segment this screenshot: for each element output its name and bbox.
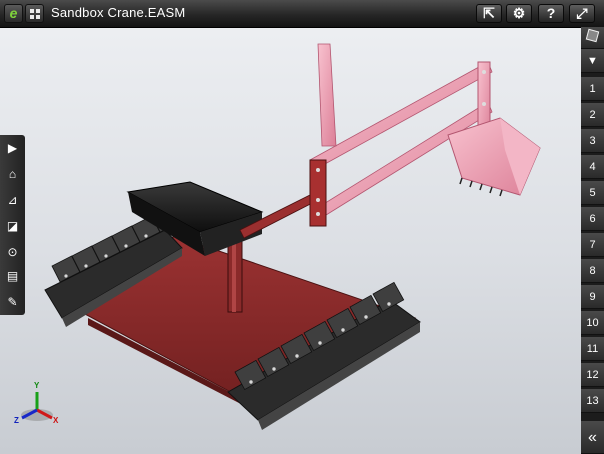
view-10[interactable]: 10	[581, 311, 604, 335]
home-icon: ⌂	[8, 167, 17, 181]
markup-button[interactable]: ✎	[0, 289, 25, 315]
components-button[interactable]: ▤	[0, 263, 25, 289]
view-7[interactable]: 7	[581, 233, 604, 257]
axis-y-label: Y	[34, 381, 40, 390]
view-13[interactable]: 13	[581, 389, 604, 413]
view-12[interactable]: 12	[581, 363, 604, 387]
collapse-panel-button[interactable]: «	[581, 421, 604, 454]
help-icon: ?	[546, 5, 556, 21]
view-11[interactable]: 11	[581, 337, 604, 361]
view-1[interactable]: 1	[581, 77, 604, 101]
edrawings-logo-icon[interactable]: e	[4, 4, 23, 23]
axis-triad	[21, 392, 53, 421]
view-3[interactable]: 3	[581, 129, 604, 153]
explode-icon: ⊙	[7, 245, 18, 259]
fullscreen-button[interactable]: ⤢	[569, 4, 595, 23]
view-8[interactable]: 8	[581, 259, 604, 283]
share-button[interactable]: ⇱	[476, 4, 502, 23]
section-icon: ◪	[6, 219, 19, 233]
title-bar: e Sandbox Crane.EASM ⇱ ⚙ ? ⤢	[0, 0, 604, 28]
markup-pen-icon: ✎	[7, 295, 18, 309]
chevron-down-icon: ▼	[587, 55, 598, 67]
play-button[interactable]: ▶	[0, 135, 25, 161]
document-title: Sandbox Crane.EASM	[51, 5, 186, 20]
fullscreen-icon: ⤢	[576, 5, 588, 21]
measure-icon: ⊿	[7, 193, 18, 207]
view-4[interactable]: 4	[581, 155, 604, 179]
share-icon: ⇱	[483, 5, 495, 21]
view-cube-icon	[585, 28, 600, 43]
gear-icon: ⚙	[512, 5, 526, 21]
view-2[interactable]: 2	[581, 103, 604, 127]
explode-button[interactable]: ⊙	[0, 239, 25, 265]
home-view-button[interactable]: ⌂	[0, 161, 25, 187]
double-chevron-left-icon: «	[588, 429, 597, 446]
axis-x-label: X	[53, 416, 59, 425]
play-icon: ▶	[7, 141, 18, 155]
help-button[interactable]: ?	[538, 4, 564, 23]
components-icon: ▤	[6, 269, 19, 283]
settings-button[interactable]: ⚙	[506, 4, 532, 23]
measure-button[interactable]: ⊿	[0, 187, 25, 213]
section-button[interactable]: ◪	[0, 213, 25, 239]
edrawings-viewer: Y X Z e Sandbox Crane.EASM ⇱ ⚙ ? ⤢ ▶ ⌂ ⊿	[0, 0, 604, 454]
view-9[interactable]: 9	[581, 285, 604, 309]
view-cube-button[interactable]	[581, 27, 604, 49]
views-panel: ▼ 1 2 3 4 5 6 7 8 9 10 11 12 13 «	[581, 27, 604, 454]
axis-z-label: Z	[14, 416, 19, 425]
views-dropdown-button[interactable]: ▼	[581, 49, 604, 73]
view-6[interactable]: 6	[581, 207, 604, 231]
model-viewport[interactable]	[0, 0, 604, 454]
grid-menu-icon[interactable]	[25, 4, 44, 23]
view-5[interactable]: 5	[581, 181, 604, 205]
left-toolbar: ▶ ⌂ ⊿ ◪ ⊙ ▤ ✎	[0, 135, 25, 315]
